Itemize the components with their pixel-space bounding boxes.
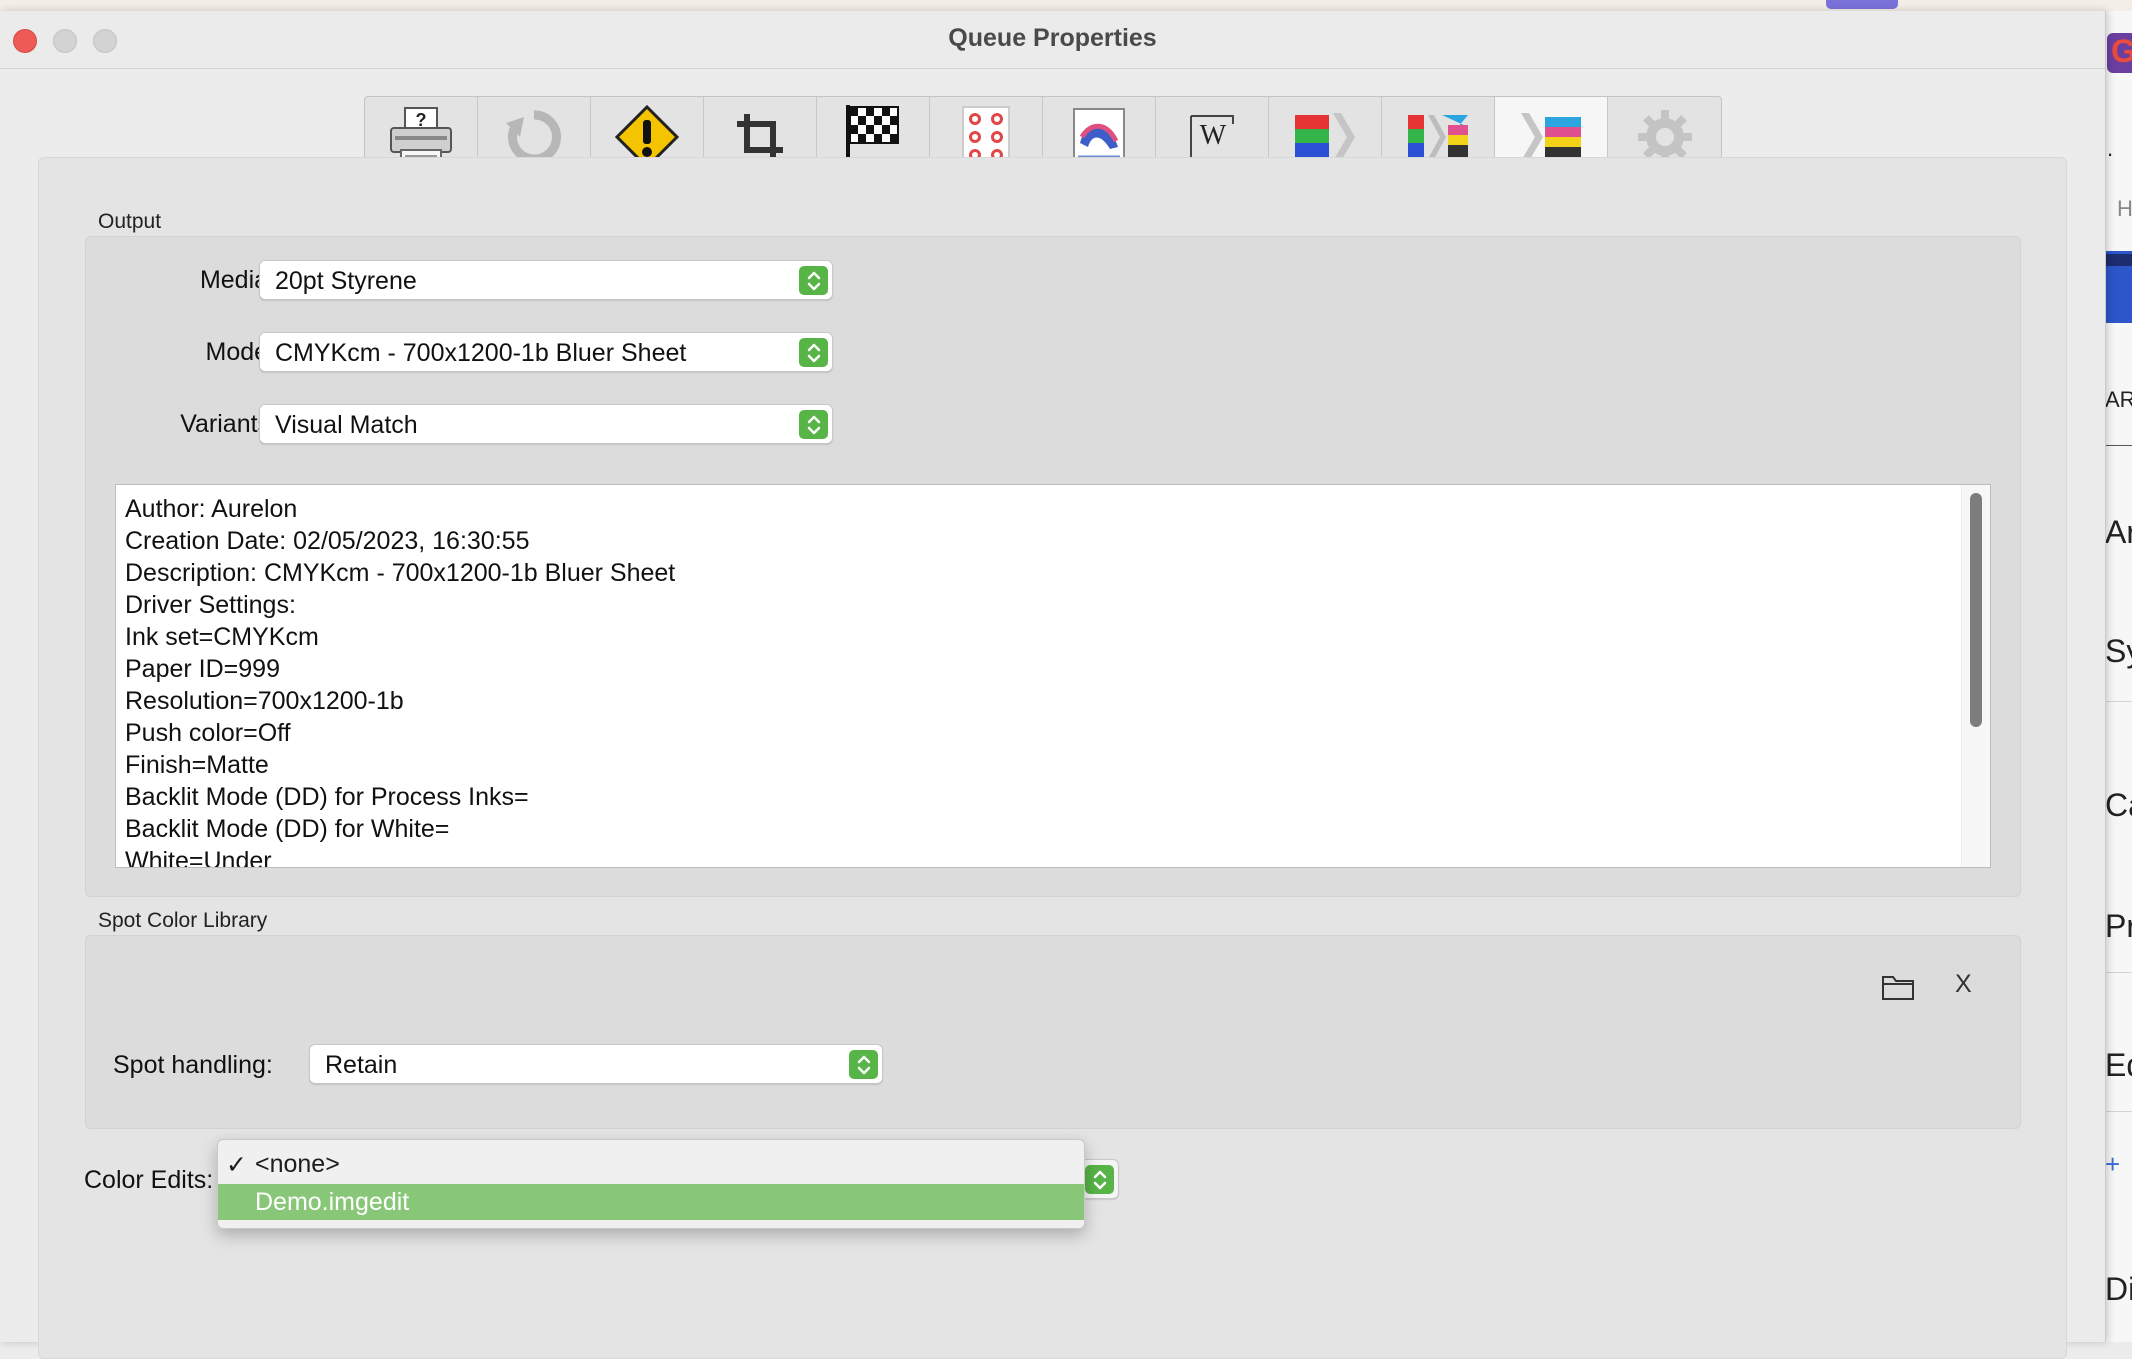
color-edits-label: Color Edits: xyxy=(84,1166,214,1194)
mode-select[interactable]: CMYKcm - 700x1200-1b Bluer Sheet xyxy=(259,332,833,372)
bg-dark-bar xyxy=(2105,254,2132,266)
spot-group xyxy=(85,935,2021,1129)
menu-item-label: <none> xyxy=(255,1150,340,1178)
media-value: 20pt Styrene xyxy=(275,267,417,295)
spot-handling-value: Retain xyxy=(325,1051,398,1079)
bg-label: Ar xyxy=(2105,514,2132,550)
chevron-updown-icon xyxy=(799,338,828,367)
variants-select[interactable]: Visual Match xyxy=(259,404,833,444)
queue-properties-window: Queue Properties ? W Output Media: 20pt … xyxy=(0,11,2106,1359)
info-line: Paper ID=999 xyxy=(125,655,280,683)
bg-label: AR xyxy=(2105,387,2132,412)
folder-icon[interactable] xyxy=(1881,973,1915,1001)
color-convert-icon xyxy=(1408,115,1468,159)
profile-info-textbox[interactable]: Author: Aurelon Creation Date: 02/05/2023… xyxy=(115,484,1991,868)
window-title: Queue Properties xyxy=(948,24,1157,52)
menu-item-label: Demo.imgedit xyxy=(255,1188,410,1216)
info-line: Description: CMYKcm - 700x1200-1b Bluer … xyxy=(125,559,676,587)
info-line: White=Under xyxy=(125,847,272,868)
media-label: Media: xyxy=(199,266,275,294)
profile-info-lines: Author: Aurelon Creation Date: 02/05/2023… xyxy=(125,493,676,868)
info-line: Backlit Mode (DD) for Process Inks= xyxy=(125,783,529,811)
mode-value: CMYKcm - 700x1200-1b Bluer Sheet xyxy=(275,339,687,367)
chevron-updown-icon xyxy=(849,1050,878,1079)
info-line: Driver Settings: xyxy=(125,591,296,619)
bg-label: . xyxy=(2107,136,2114,161)
bg-label: Dis xyxy=(2105,1271,2132,1307)
chevron-updown-icon xyxy=(799,410,828,439)
bg-label: H xyxy=(2117,196,2132,221)
checkmark-icon: ✓ xyxy=(226,1151,247,1179)
info-line: Author: Aurelon xyxy=(125,495,298,523)
menu-item-demo-imgedit[interactable]: Demo.imgedit xyxy=(218,1184,1084,1220)
bg-label: Sys xyxy=(2105,633,2132,669)
scrollbar-thumb[interactable] xyxy=(1970,493,1982,727)
bg-label: Edi xyxy=(2105,1047,2132,1083)
menu-bar-pill xyxy=(1826,0,1898,9)
media-select[interactable]: 20pt Styrene xyxy=(259,260,833,300)
info-line: Creation Date: 02/05/2023, 16:30:55 xyxy=(125,527,530,555)
variants-label: Variants: xyxy=(180,410,277,438)
output-section-label: Output xyxy=(98,210,162,233)
info-line: Backlit Mode (DD) for White= xyxy=(125,815,450,843)
variants-value: Visual Match xyxy=(275,411,418,439)
bg-label: G xyxy=(2111,33,2132,69)
color-bars-arrow-icon xyxy=(1295,113,1355,161)
title-bar: Queue Properties xyxy=(0,11,2105,69)
bg-label: Ca xyxy=(2105,787,2132,823)
info-line: Ink set=CMYKcm xyxy=(125,623,319,651)
menu-item-none[interactable]: ✓ <none> xyxy=(218,1146,1084,1182)
chevron-updown-icon xyxy=(799,266,828,295)
color-edits-menu: ✓ <none> Demo.imgedit xyxy=(217,1139,1085,1229)
bg-add-icon: + xyxy=(2105,1149,2121,1179)
chevron-updown-icon xyxy=(1085,1165,1114,1194)
background-window: G H . AR Ar Sys Ca Pri Edi + Dis xyxy=(2105,11,2132,1342)
bg-label: Pri xyxy=(2105,908,2132,944)
info-line: Push color=Off xyxy=(125,719,291,747)
spot-handling-select[interactable]: Retain xyxy=(309,1044,883,1084)
mode-label: Mode: xyxy=(205,338,275,366)
cmyk-output-icon xyxy=(1521,113,1581,161)
spot-handling-label: Spot handling: xyxy=(113,1051,273,1079)
spot-section-label: Spot Color Library xyxy=(98,909,268,932)
info-line: Resolution=700x1200-1b xyxy=(125,687,404,715)
vertical-scrollbar[interactable] xyxy=(1961,485,1990,867)
watermark-icon: W xyxy=(1190,115,1234,158)
svg-text:W: W xyxy=(1200,120,1227,151)
clear-library-button[interactable]: X xyxy=(1955,970,1972,999)
info-line: Finish=Matte xyxy=(125,751,269,779)
crop-icon xyxy=(737,114,783,160)
